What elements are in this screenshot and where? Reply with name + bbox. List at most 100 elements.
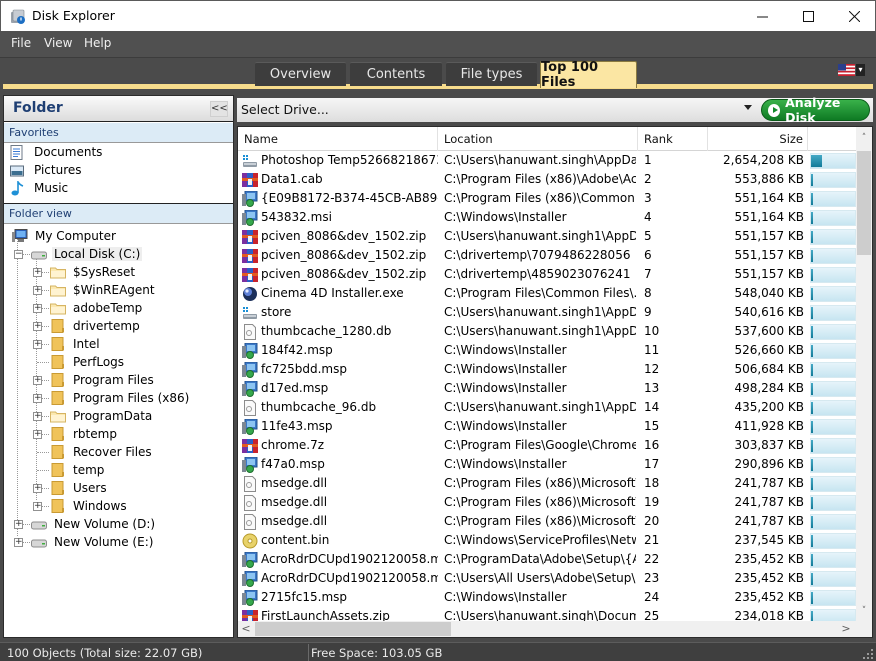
- expand-icon[interactable]: +: [33, 394, 42, 403]
- column-header-size[interactable]: Size: [708, 127, 808, 151]
- menu-file[interactable]: File: [11, 36, 31, 50]
- folder-icon: [51, 427, 64, 441]
- table-row[interactable]: 184f42.msp C:\Windows\Installer 11 526,660 …: [238, 341, 856, 360]
- tree-node[interactable]: rbtemp: [50, 425, 119, 443]
- expand-icon[interactable]: +: [33, 340, 42, 349]
- resize-grip-icon[interactable]: [862, 647, 874, 660]
- table-row[interactable]: AcroRdrDCUpd1902120058.msp C:\ProgramData…: [238, 550, 856, 569]
- tree-node[interactable]: Local Disk (C:): [31, 245, 143, 263]
- scroll-left-icon[interactable]: <: [238, 621, 254, 637]
- scroll-up-icon[interactable]: ˄: [856, 130, 872, 147]
- table-row[interactable]: store C:\Users\hanuwant.singh1\AppD... 9 54…: [238, 303, 856, 322]
- analyze-disk-button[interactable]: Analyze Disk: [761, 95, 870, 125]
- file-name-cell: Cinema 4D Installer.exe: [242, 284, 438, 303]
- tree-node[interactable]: temp: [50, 461, 106, 479]
- folder-panel-header: Folder <<: [4, 96, 233, 122]
- drive-selector-value: Select Drive...: [241, 102, 329, 117]
- tree-node[interactable]: adobeTemp: [50, 299, 144, 317]
- tree-node[interactable]: $SysReset: [50, 263, 137, 281]
- table-row[interactable]: thumbcache_96.db C:\Users\hanuwant.singh1…: [238, 398, 856, 417]
- column-header-name[interactable]: Name: [238, 127, 438, 151]
- tree-node[interactable]: Users: [50, 479, 109, 497]
- tree-node[interactable]: drivertemp: [50, 317, 142, 335]
- tab-top-100-files[interactable]: Top 100 Files: [540, 60, 637, 90]
- menu-view[interactable]: View: [44, 36, 72, 50]
- language-dropdown-caret[interactable]: ▾: [856, 64, 865, 76]
- table-row[interactable]: f47a0.msp C:\Windows\Installer 17 290,896 K…: [238, 455, 856, 474]
- table-row[interactable]: chrome.7z C:\Program Files\Google\Chrome.…: [238, 436, 856, 455]
- table-row[interactable]: 543832.msi C:\Windows\Installer 4 551,164 K…: [238, 208, 856, 227]
- table-row[interactable]: fc725bdd.msp C:\Windows\Installer 12 506,68…: [238, 360, 856, 379]
- tree-node[interactable]: Intel: [50, 335, 102, 353]
- tree-node[interactable]: ProgramData: [50, 407, 154, 425]
- expand-icon[interactable]: +: [33, 484, 42, 493]
- column-header-rank[interactable]: Rank: [638, 127, 708, 151]
- tab-overview[interactable]: Overview: [255, 62, 346, 86]
- horizontal-scrollbar[interactable]: < >: [238, 621, 856, 637]
- table-row[interactable]: 2715fc15.msp C:\Windows\Installer 24 235,45…: [238, 588, 856, 607]
- table-row[interactable]: pciven_8086&dev_1502.zip C:\Users\hanuwan…: [238, 227, 856, 246]
- scroll-right-icon[interactable]: >: [838, 621, 854, 637]
- minimize-button[interactable]: [739, 1, 785, 31]
- tree-node[interactable]: My Computer: [12, 227, 118, 245]
- collapse-panel-button[interactable]: <<: [210, 101, 228, 117]
- expand-icon[interactable]: +: [14, 538, 23, 547]
- tree-node[interactable]: Program Files (x86): [50, 389, 191, 407]
- table-row[interactable]: msedge.dll C:\Program Files (x86)\Microso…: [238, 474, 856, 493]
- file-rank: 9: [644, 305, 652, 319]
- file-rank: 16: [644, 438, 660, 452]
- expand-icon[interactable]: +: [33, 376, 42, 385]
- tab-file-types[interactable]: File types: [446, 62, 537, 86]
- table-row[interactable]: {E09B8172-B374-45CB-AB89-29... C:\Program…: [238, 189, 856, 208]
- table-row[interactable]: Cinema 4D Installer.exe C:\Program Files\…: [238, 284, 856, 303]
- us-flag-icon[interactable]: [838, 64, 855, 76]
- menu-help[interactable]: Help: [84, 36, 111, 50]
- maximize-button[interactable]: [785, 1, 831, 31]
- app-disk-icon: [11, 9, 25, 24]
- expand-icon[interactable]: +: [33, 304, 42, 313]
- table-row[interactable]: FirstLaunchAssets.zip C:\Users\hanuwant.s…: [238, 607, 856, 621]
- table-row[interactable]: Photoshop Temp526682186732 C:\Users\hanuw…: [238, 151, 856, 170]
- table-row[interactable]: pciven_8086&dev_1502.zip C:\drivertemp\48…: [238, 265, 856, 284]
- file-name: msedge.dll: [261, 514, 328, 528]
- column-header-location[interactable]: Location: [438, 127, 638, 151]
- expand-icon[interactable]: +: [33, 502, 42, 511]
- tree-node[interactable]: Windows: [50, 497, 129, 515]
- tree-node[interactable]: Program Files: [50, 371, 156, 389]
- expand-icon[interactable]: +: [33, 286, 42, 295]
- table-row[interactable]: Data1.cab C:\Program Files (x86)\Adobe\Ac…: [238, 170, 856, 189]
- tree-node[interactable]: $WinREAgent: [50, 281, 157, 299]
- vertical-scrollbar[interactable]: ˄ ˅: [856, 127, 872, 621]
- table-row[interactable]: msedge.dll C:\Program Files (x86)\Microso…: [238, 493, 856, 512]
- tree-node[interactable]: PerfLogs: [50, 353, 126, 371]
- tab-contents[interactable]: Contents: [350, 62, 442, 86]
- scroll-down-icon[interactable]: ˅: [856, 603, 872, 620]
- favorite-documents[interactable]: Documents: [10, 143, 102, 161]
- close-button[interactable]: [831, 1, 876, 31]
- expand-icon[interactable]: +: [33, 412, 42, 421]
- tree-node[interactable]: New Volume (E:): [31, 533, 155, 551]
- table-row[interactable]: pciven_8086&dev_1502.zip C:\drivertemp\70…: [238, 246, 856, 265]
- favorite-pictures[interactable]: Pictures: [10, 161, 82, 179]
- expand-icon[interactable]: +: [14, 520, 23, 529]
- table-row[interactable]: 11fe43.msp C:\Windows\Installer 15 411,928 …: [238, 417, 856, 436]
- table-row[interactable]: d17ed.msp C:\Windows\Installer 13 498,284 K…: [238, 379, 856, 398]
- horizontal-scroll-thumb[interactable]: [255, 622, 451, 636]
- tree-node[interactable]: New Volume (D:): [31, 515, 157, 533]
- expand-icon[interactable]: +: [33, 430, 42, 439]
- collapse-icon[interactable]: −: [14, 250, 23, 259]
- vertical-scroll-thumb[interactable]: [857, 151, 871, 255]
- table-row[interactable]: thumbcache_1280.db C:\Users\hanuwant.sing…: [238, 322, 856, 341]
- expand-icon[interactable]: +: [33, 268, 42, 277]
- table-row[interactable]: msedge.dll C:\Program Files (x86)\Microso…: [238, 512, 856, 531]
- table-row[interactable]: AcroRdrDCUpd1902120058.msp C:\Users\All U…: [238, 569, 856, 588]
- tree-node[interactable]: Recover Files: [50, 443, 154, 461]
- file-name-cell: msedge.dll: [242, 512, 438, 531]
- table-row[interactable]: content.bin C:\Windows\ServiceProfiles\Ne…: [238, 531, 856, 550]
- column-header-bar[interactable]: [808, 127, 856, 151]
- documents-icon: [10, 144, 23, 160]
- expand-icon[interactable]: +: [33, 322, 42, 331]
- favorite-music[interactable]: Music: [10, 179, 68, 197]
- file-size: 540,616 KB: [734, 305, 804, 319]
- dropdown-arrow-icon[interactable]: [744, 105, 752, 110]
